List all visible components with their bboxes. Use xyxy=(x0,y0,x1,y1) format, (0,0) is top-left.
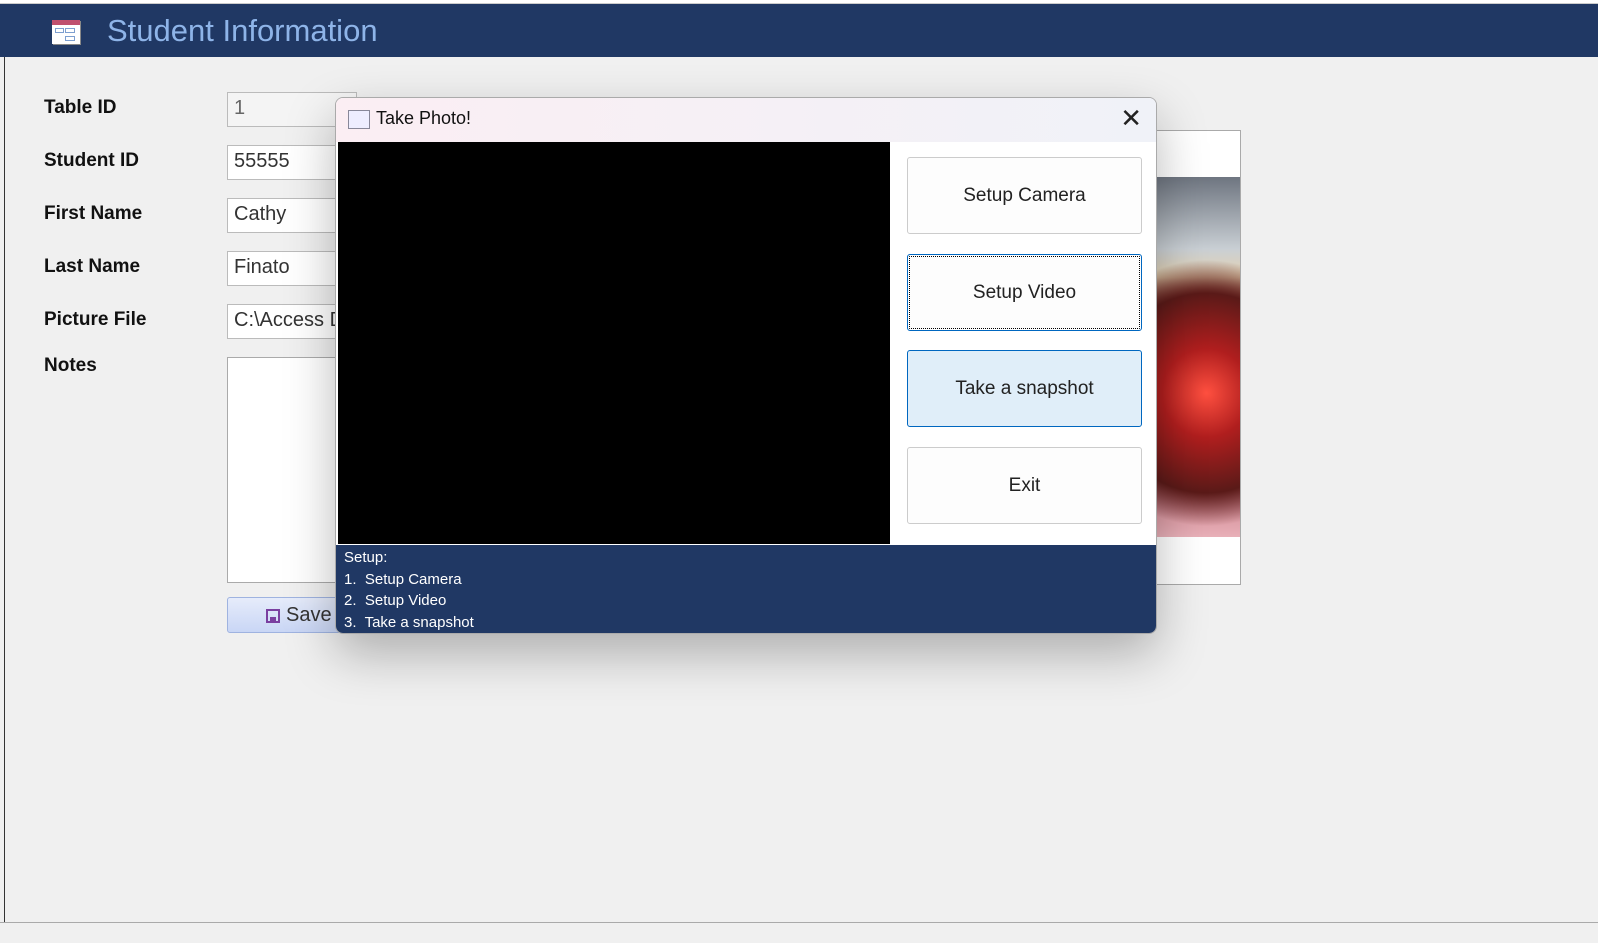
label-last-name: Last Name xyxy=(44,256,141,277)
video-preview xyxy=(338,142,890,544)
left-border xyxy=(4,57,5,923)
setup-camera-button[interactable]: Setup Camera xyxy=(907,157,1142,234)
bottom-border xyxy=(0,922,1598,923)
save-label: Save xyxy=(286,604,332,626)
take-snapshot-button[interactable]: Take a snapshot xyxy=(907,350,1142,427)
instruction-line: 3. Take a snapshot xyxy=(344,613,474,631)
exit-button[interactable]: Exit xyxy=(907,447,1142,524)
label-notes: Notes xyxy=(44,355,97,376)
form-title: Student Information xyxy=(107,13,378,48)
label-first-name: First Name xyxy=(44,203,143,224)
take-photo-dialog: Take Photo! ✕ Setup Camera Setup Video T… xyxy=(335,97,1157,634)
label-picture-file: Picture File xyxy=(44,309,147,330)
student-photo xyxy=(1156,177,1240,537)
instruction-line: Setup: xyxy=(344,549,388,566)
dialog-title: Take Photo! xyxy=(376,108,472,128)
label-table-id: Table ID xyxy=(44,97,117,118)
dialog-titlebar[interactable]: Take Photo! ✕ xyxy=(336,98,1156,142)
close-icon[interactable]: ✕ xyxy=(1120,104,1142,134)
form-icon xyxy=(52,20,80,44)
form-header: Student Information xyxy=(0,4,1598,57)
form-icon xyxy=(348,110,370,129)
instruction-line: 1. Setup Camera xyxy=(344,570,462,588)
save-icon xyxy=(266,609,280,623)
instruction-line: 2. Setup Video xyxy=(344,592,447,609)
label-student-id: Student ID xyxy=(44,150,139,171)
setup-video-button[interactable]: Setup Video xyxy=(907,254,1142,331)
instructions-panel: Setup: 1. Setup Camera 2. Setup Video 3.… xyxy=(336,545,1156,633)
